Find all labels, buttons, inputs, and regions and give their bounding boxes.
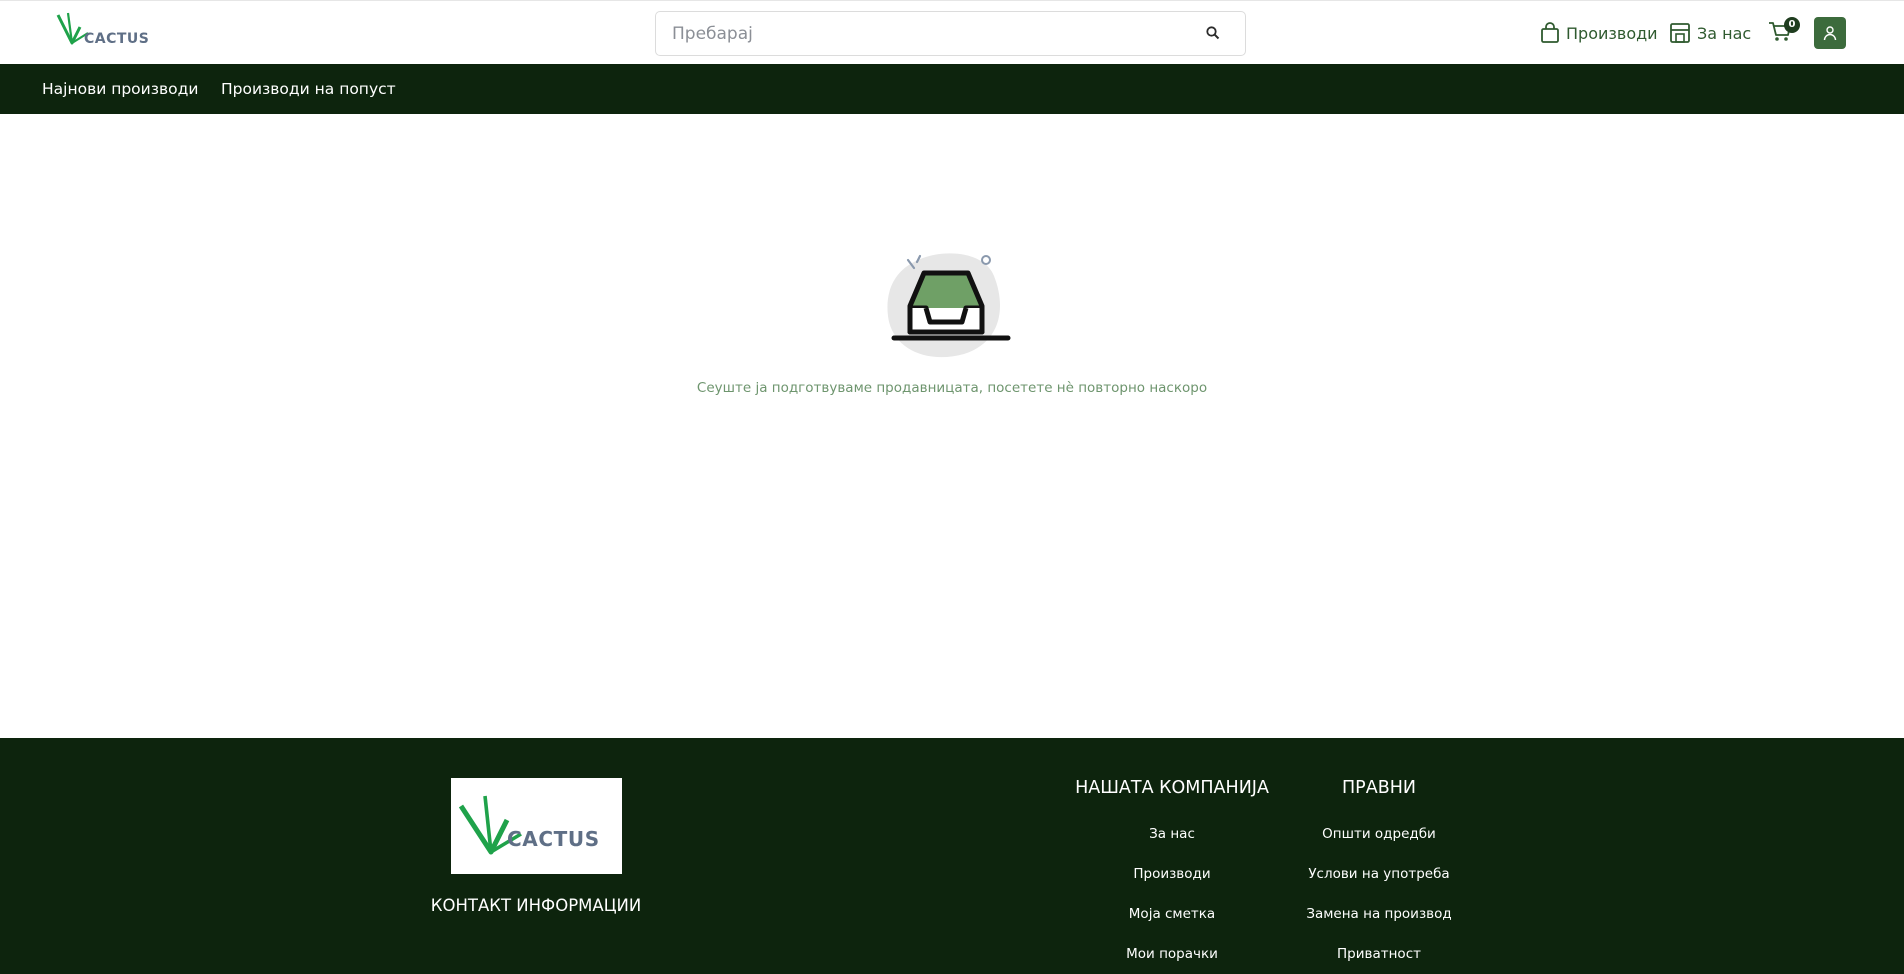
footer-logo-text: CACTUS <box>507 827 600 851</box>
category-newest-link[interactable]: Најнови производи <box>42 64 198 114</box>
search-input[interactable] <box>672 12 1192 55</box>
nav-products-link[interactable]: Производи <box>1540 20 1658 46</box>
search-box <box>655 11 1246 56</box>
cart-button[interactable]: 0 <box>1767 17 1800 46</box>
cactus-logo[interactable]: CACTUS <box>54 11 149 51</box>
nav-about-label: За нас <box>1697 23 1752 43</box>
cart-count-badge: 0 <box>1784 17 1800 33</box>
footer-link-products[interactable]: Производи <box>1072 866 1272 882</box>
shopping-bag-icon <box>1541 22 1559 43</box>
category-sale-link[interactable]: Производи на попуст <box>221 64 396 114</box>
footer-link-my-account[interactable]: Моја сметка <box>1072 906 1272 922</box>
search-icon[interactable] <box>1205 25 1223 43</box>
site-footer: CACTUS КОНТАКТ ИНФОРМАЦИИ НАШАТА КОМПАНИ… <box>0 738 1904 974</box>
store-icon <box>1670 23 1690 43</box>
logo-text: CACTUS <box>84 31 150 47</box>
footer-link-product-exchange[interactable]: Замена на производ <box>1279 906 1479 922</box>
footer-link-about[interactable]: За нас <box>1072 826 1272 842</box>
top-header: CACTUS Производи За нас 0 <box>0 0 1904 64</box>
user-icon <box>1823 26 1837 41</box>
footer-logo[interactable]: CACTUS <box>451 778 622 874</box>
legal-column-heading: ПРАВНИ <box>1342 778 1416 798</box>
nav-products-label: Производи <box>1566 23 1658 43</box>
empty-inbox-illustration <box>887 253 1011 358</box>
empty-store-message: Сеуште ја подготвуваме продавницата, пос… <box>696 380 1208 396</box>
company-column-heading: НАШАТА КОМПАНИЈА <box>1075 778 1269 798</box>
footer-link-general-terms[interactable]: Општи одредби <box>1279 826 1479 842</box>
footer-link-my-orders[interactable]: Мои порачки <box>1072 946 1272 962</box>
nav-about-link[interactable]: За нас <box>1669 20 1751 46</box>
footer-link-terms-of-use[interactable]: Услови на употреба <box>1279 866 1479 882</box>
category-nav-bar: Најнови производи Производи на попуст <box>0 64 1904 114</box>
footer-link-privacy[interactable]: Приватност <box>1279 946 1479 962</box>
contact-info-heading: КОНТАКТ ИНФОРМАЦИИ <box>430 896 642 915</box>
user-account-button[interactable] <box>1814 17 1846 49</box>
